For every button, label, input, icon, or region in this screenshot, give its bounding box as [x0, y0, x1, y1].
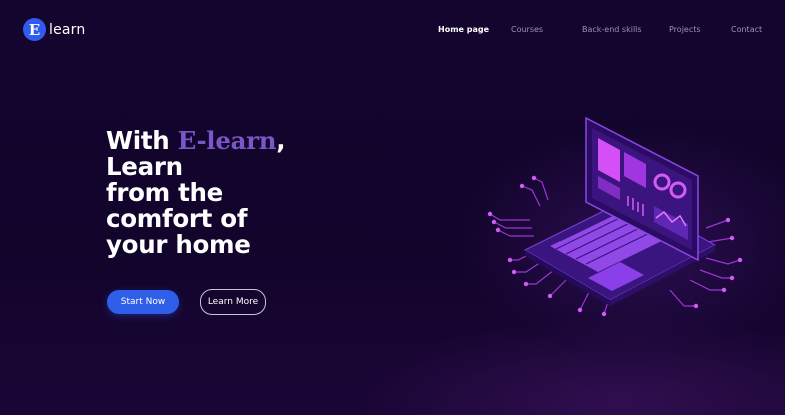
- nav-item-home-page[interactable]: Home page: [438, 25, 489, 34]
- logo-text: learn: [49, 21, 86, 38]
- hero-title-prefix: With: [106, 126, 178, 155]
- logo-badge-icon: E: [23, 18, 46, 41]
- start-now-button[interactable]: Start Now: [107, 290, 179, 314]
- learn-more-button[interactable]: Learn More: [200, 289, 266, 315]
- hero-title-line5: your home: [106, 230, 251, 259]
- hero-title-brand: E-learn: [177, 126, 277, 155]
- nav-item-contact[interactable]: Contact: [731, 25, 762, 34]
- hero-title: With E-learn, Learn from the comfort of you…: [106, 128, 306, 258]
- laptop-circuit-icon: [487, 116, 743, 317]
- nav-item-courses[interactable]: Courses: [511, 25, 543, 34]
- nav-item-projects[interactable]: Projects: [669, 25, 701, 34]
- logo[interactable]: E learn: [23, 18, 85, 41]
- top-navigation: E learn Home page Courses Back-end skill…: [0, 0, 785, 60]
- hero-title-line4: comfort of: [106, 204, 248, 233]
- nav-item-back-end-skills[interactable]: Back-end skills: [582, 25, 642, 34]
- hero-title-line3: from the: [106, 178, 224, 207]
